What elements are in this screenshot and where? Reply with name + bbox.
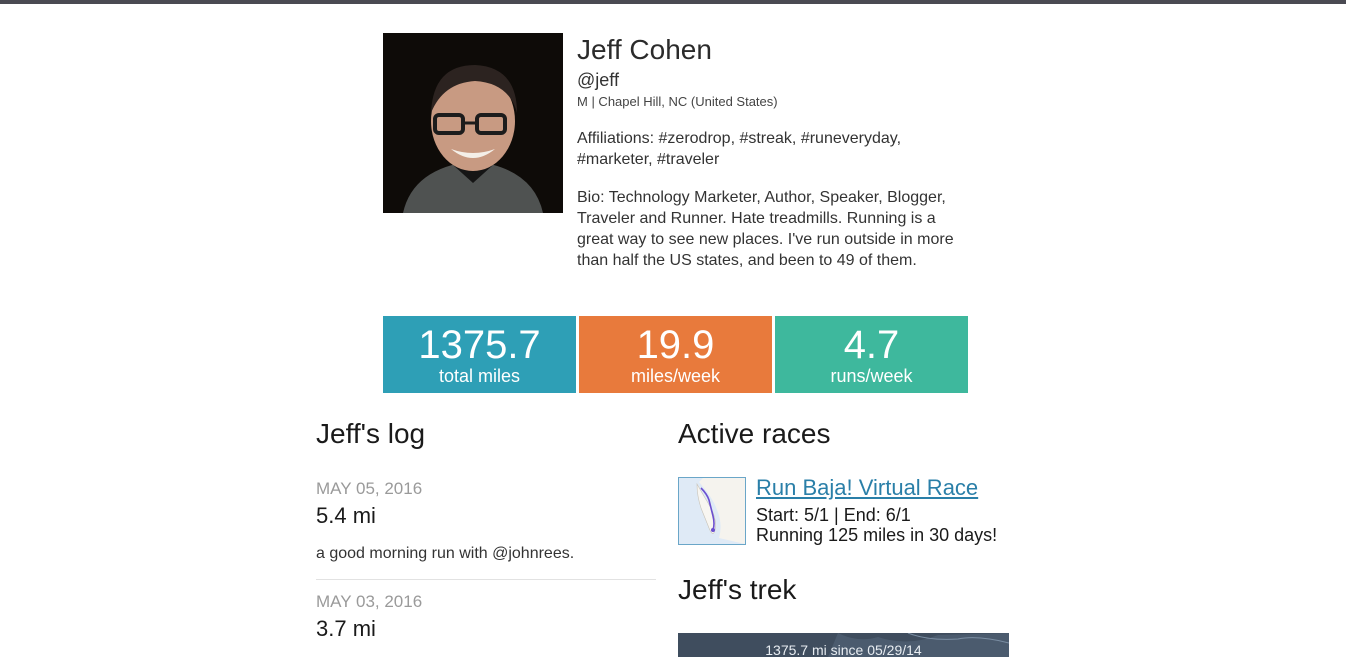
log-divider xyxy=(316,579,656,580)
top-bar xyxy=(0,0,1346,4)
profile-name: Jeff Cohen xyxy=(577,34,712,65)
profile-affiliations: Affiliations: #zerodrop, #streak, #runev… xyxy=(577,130,902,168)
profile-photo xyxy=(383,33,563,213)
stat-value: 1375.7 xyxy=(418,323,541,367)
log-entry-distance[interactable]: 5.4 mi xyxy=(316,503,376,529)
stat-runs-per-week: 4.7 runs/week xyxy=(775,316,968,393)
stat-miles-per-week: 19.9 miles/week xyxy=(579,316,772,393)
log-entry-date: MAY 05, 2016 xyxy=(316,479,423,498)
log-entry-note: a good morning run with @johnrees. xyxy=(316,545,575,562)
profile-handle: @jeff xyxy=(577,70,619,90)
stat-value: 19.9 xyxy=(636,323,715,367)
profile-bio: Bio: Technology Marketer, Author, Speake… xyxy=(577,189,954,269)
stat-total-miles: 1375.7 total miles xyxy=(383,316,576,393)
stat-label: miles/week xyxy=(630,366,721,386)
stat-label: runs/week xyxy=(830,366,913,386)
avatar-image xyxy=(383,33,563,213)
trek-map[interactable]: 1375.7 mi since 05/29/14 xyxy=(678,633,1009,657)
baja-route-map-icon[interactable] xyxy=(678,477,746,545)
stat-label: total miles xyxy=(438,366,521,386)
profile-meta: M | Chapel Hill, NC (United States) xyxy=(577,94,778,109)
race-title-link[interactable]: Run Baja! Virtual Race xyxy=(756,475,978,501)
races-heading: Active races xyxy=(678,418,831,449)
stat-value: 4.7 xyxy=(843,323,900,367)
log-heading: Jeff's log xyxy=(316,418,426,449)
trek-caption: 1375.7 mi since 05/29/14 xyxy=(765,642,922,657)
log-entry-distance[interactable]: 3.7 mi xyxy=(316,616,376,642)
race-dates: Start: 5/1 | End: 6/1 xyxy=(756,505,911,525)
log-entry-date: MAY 03, 2016 xyxy=(316,592,423,611)
trek-heading: Jeff's trek xyxy=(678,574,797,605)
route-map-svg xyxy=(679,478,745,544)
race-description: Running 125 miles in 30 days! xyxy=(756,525,998,545)
